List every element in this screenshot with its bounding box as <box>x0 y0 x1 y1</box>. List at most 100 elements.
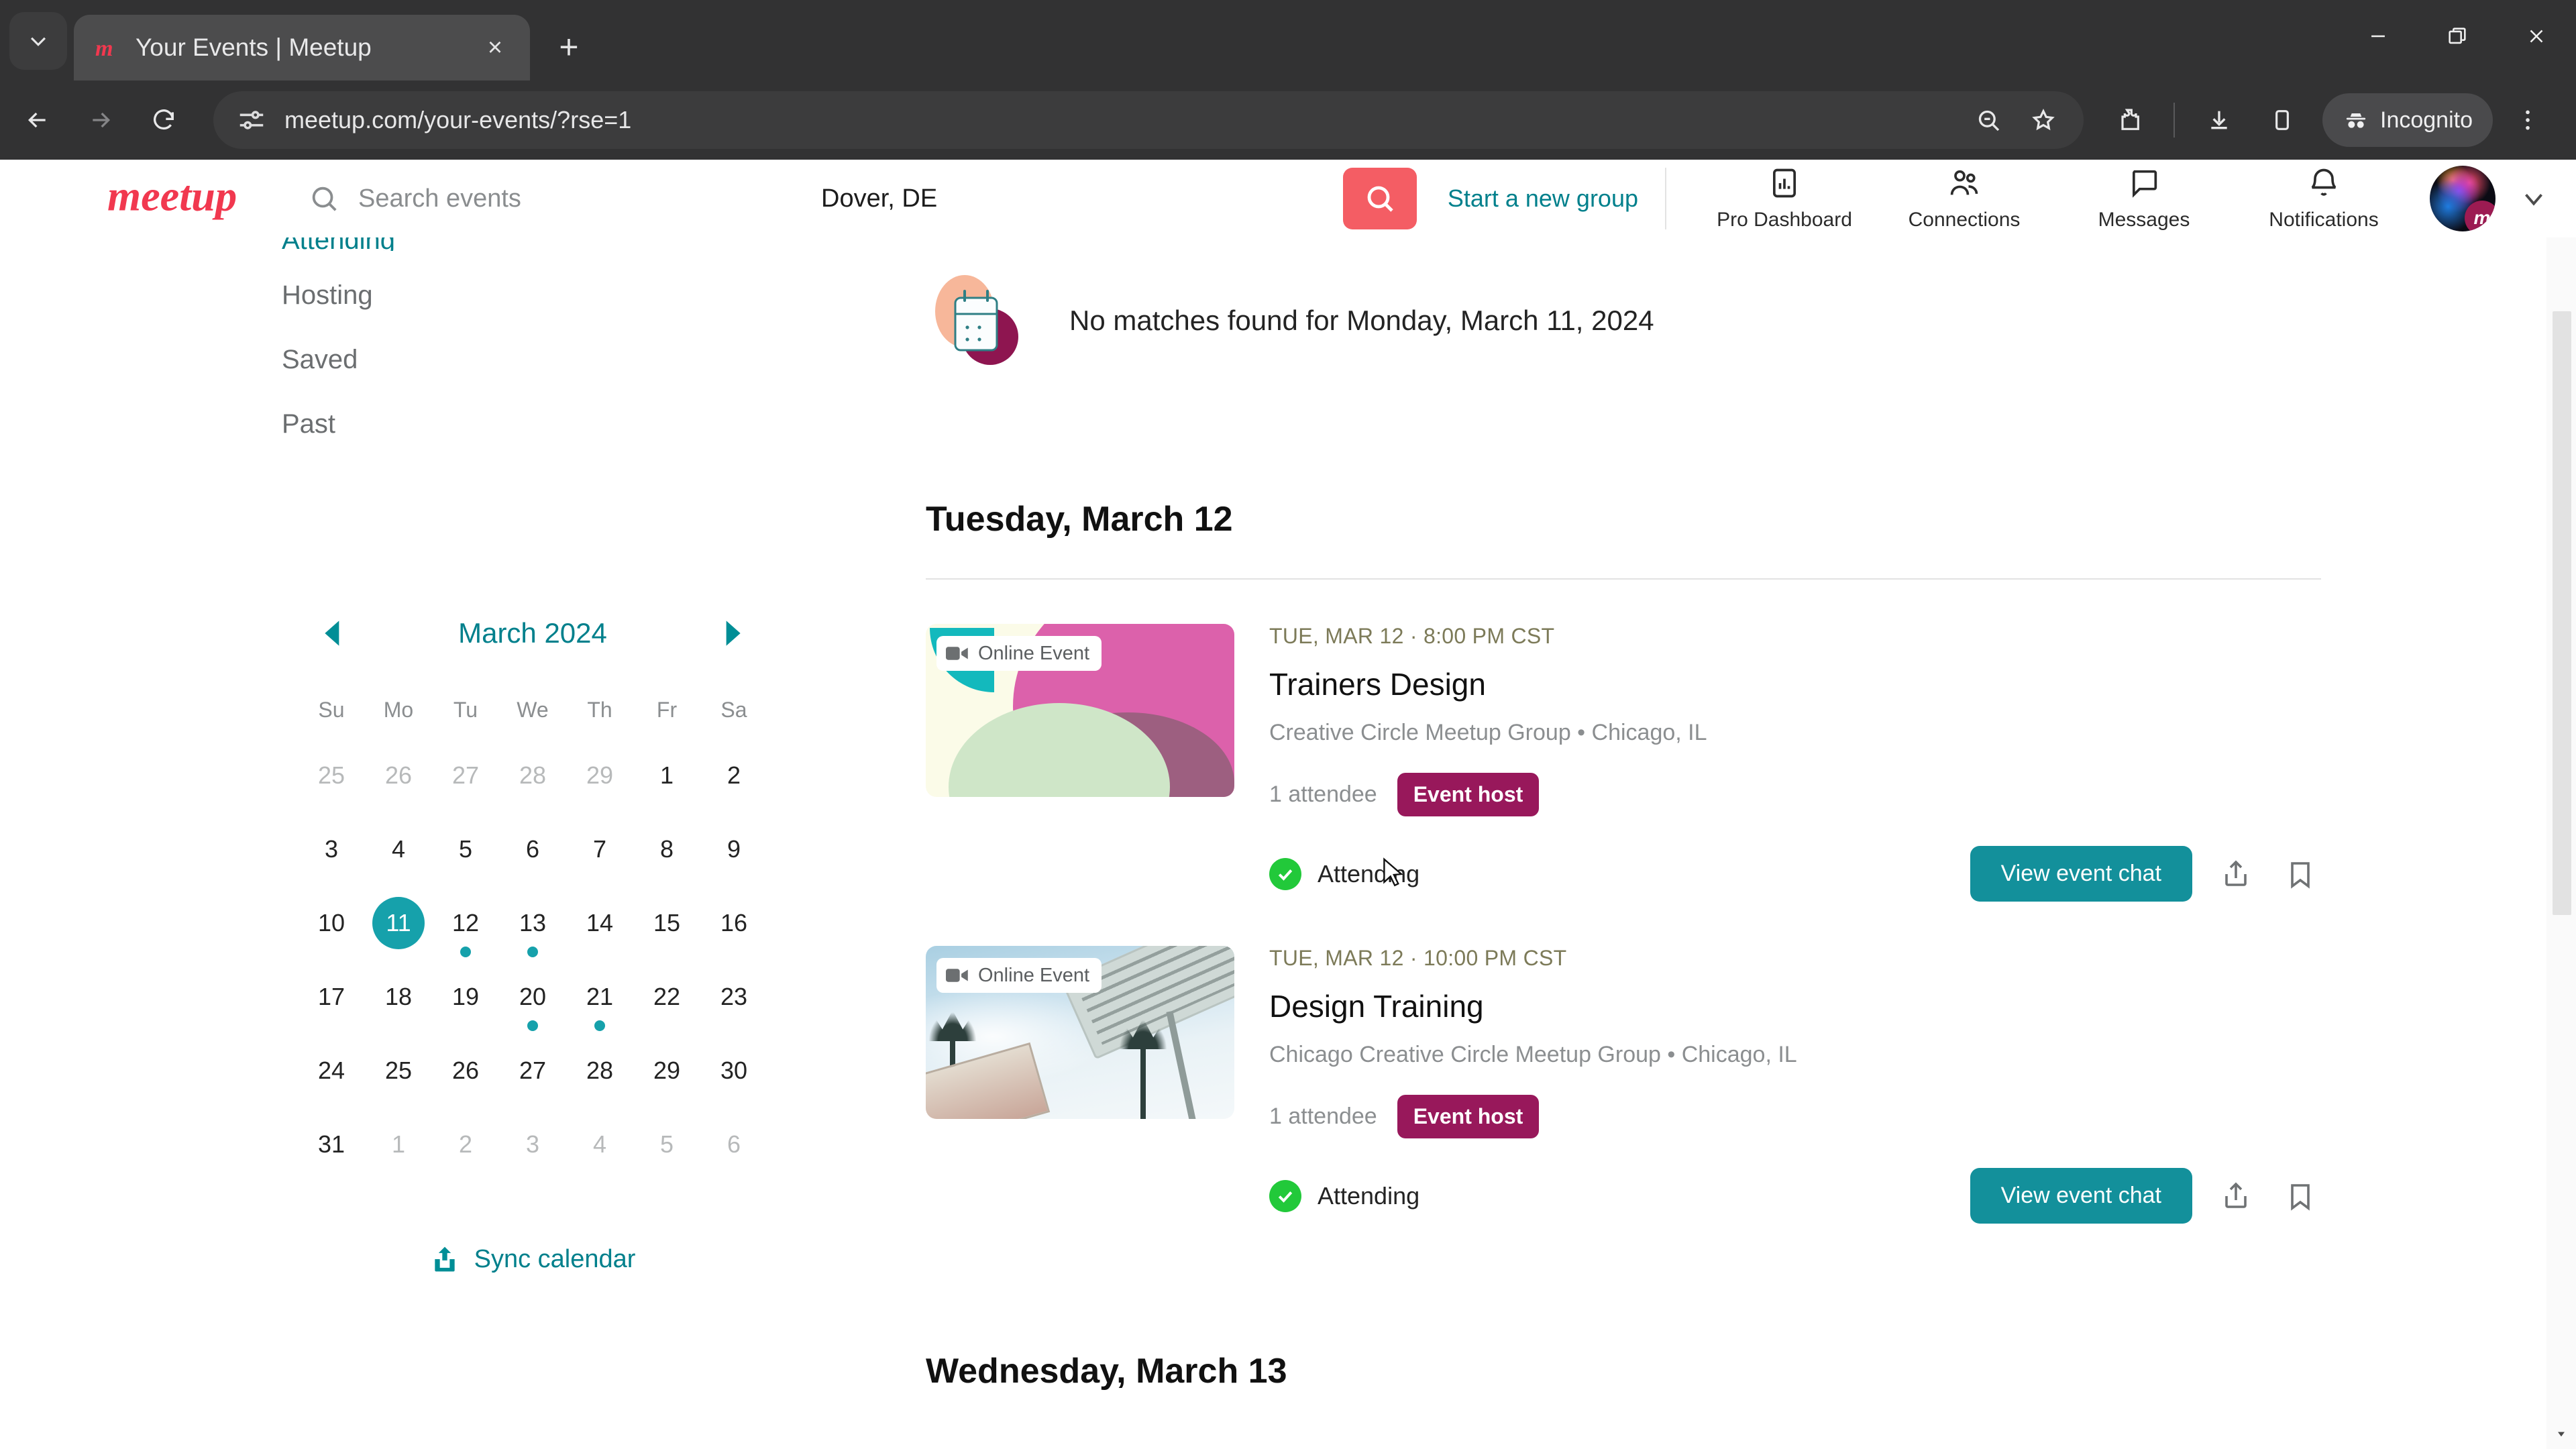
bookmark-star-button[interactable] <box>2018 95 2069 146</box>
calendar-day[interactable]: 5 <box>633 1114 700 1188</box>
event-title[interactable]: Trainers Design <box>1269 666 2321 702</box>
side-panel-button[interactable] <box>2254 92 2310 148</box>
share-button[interactable] <box>2215 853 2257 895</box>
sidebar-item-past[interactable]: Past <box>282 392 926 456</box>
calendar-day-number: 11 <box>372 897 425 949</box>
reload-button[interactable] <box>136 92 192 148</box>
nav-item-messages[interactable]: Messages <box>2054 166 2234 231</box>
calendar-day[interactable]: 6 <box>499 819 566 893</box>
new-tab-button[interactable]: + <box>545 23 593 71</box>
forward-button[interactable] <box>72 92 129 148</box>
calendar-day[interactable]: 10 <box>298 893 365 967</box>
back-button[interactable] <box>9 92 66 148</box>
meetup-logo[interactable]: meetup <box>107 174 295 223</box>
save-event-button[interactable] <box>2279 1175 2321 1217</box>
calendar-day[interactable]: 30 <box>700 1040 767 1114</box>
downloads-button[interactable] <box>2191 92 2247 148</box>
calendar-day[interactable]: 29 <box>633 1040 700 1114</box>
calendar-day[interactable]: 31 <box>298 1114 365 1188</box>
nav-item-pro-dashboard[interactable]: Pro Dashboard <box>1695 166 1874 231</box>
event-details: TUE, MAR 12 · 10:00 PM CST Design Traini… <box>1269 946 2321 1224</box>
calendar-day[interactable]: 23 <box>700 967 767 1040</box>
calendar-day[interactable]: 28 <box>499 745 566 819</box>
calendar-day-number: 10 <box>317 909 345 936</box>
calendar-day[interactable]: 27 <box>499 1040 566 1114</box>
calendar-day[interactable]: 14 <box>566 893 633 967</box>
view-event-chat-button[interactable]: View event chat <box>1970 846 2192 902</box>
calendar-day[interactable]: 11 <box>365 893 432 967</box>
tab-search-button[interactable] <box>9 12 67 70</box>
share-button[interactable] <box>2215 1175 2257 1217</box>
sync-calendar-button[interactable]: Sync calendar <box>298 1244 767 1274</box>
view-event-chat-button[interactable]: View event chat <box>1970 1168 2192 1224</box>
page-settings-icon[interactable] <box>236 105 267 136</box>
save-event-button[interactable] <box>2279 853 2321 895</box>
calendar-day[interactable]: 2 <box>700 745 767 819</box>
page-scrollbar[interactable] <box>2546 160 2576 1449</box>
calendar-day[interactable]: 6 <box>700 1114 767 1188</box>
nav-item-notifications[interactable]: Notifications <box>2234 166 2414 231</box>
calendar-day[interactable]: 4 <box>365 819 432 893</box>
close-icon[interactable]: × <box>479 32 511 64</box>
calendar-day[interactable]: 20 <box>499 967 566 1040</box>
calendar-day[interactable]: 15 <box>633 893 700 967</box>
calendar-day[interactable]: 17 <box>298 967 365 1040</box>
incognito-indicator[interactable]: Incognito <box>2322 93 2493 147</box>
calendar-day[interactable]: 25 <box>365 1040 432 1114</box>
event-details: TUE, MAR 12 · 8:00 PM CST Trainers Desig… <box>1269 624 2321 902</box>
nav-item-connections[interactable]: Connections <box>1874 166 2054 231</box>
avatar[interactable]: m <box>2430 166 2496 231</box>
browser-tab[interactable]: m Your Events | Meetup × <box>74 15 530 80</box>
calendar-day[interactable]: 26 <box>365 745 432 819</box>
close-window-button[interactable] <box>2497 0 2576 72</box>
calendar-day[interactable]: 3 <box>298 819 365 893</box>
calendar-day[interactable]: 18 <box>365 967 432 1040</box>
search-input[interactable]: Search events <box>295 183 805 214</box>
scrollbar-thumb[interactable] <box>2553 311 2571 915</box>
calendar-day[interactable]: 2 <box>432 1114 499 1188</box>
calendar-day[interactable]: 28 <box>566 1040 633 1114</box>
event-card[interactable]: Online Event TUE, MAR 12 · 10:00 PM CST … <box>926 902 2321 1224</box>
calendar-day[interactable]: 9 <box>700 819 767 893</box>
search-submit-button[interactable] <box>1342 168 1417 229</box>
calendar-day[interactable]: 16 <box>700 893 767 967</box>
more-menu-button[interactable] <box>2500 92 2556 148</box>
calendar-day[interactable]: 4 <box>566 1114 633 1188</box>
minimize-button[interactable] <box>2339 0 2418 72</box>
calendar-day[interactable]: 12 <box>432 893 499 967</box>
calendar-day[interactable]: 26 <box>432 1040 499 1114</box>
calendar-day[interactable]: 24 <box>298 1040 365 1114</box>
calendar-day[interactable]: 27 <box>432 745 499 819</box>
calendar-day-number: 31 <box>317 1130 345 1158</box>
calendar-prev-button[interactable] <box>314 614 352 652</box>
calendar-day[interactable]: 1 <box>365 1114 432 1188</box>
calendar-day[interactable]: 29 <box>566 745 633 819</box>
event-card[interactable]: Online Event TUE, MAR 12 · 8:00 PM CST T… <box>926 580 2321 902</box>
calendar-day[interactable]: 22 <box>633 967 700 1040</box>
zoom-button[interactable] <box>1963 95 2014 146</box>
calendar-day[interactable]: 1 <box>633 745 700 819</box>
event-thumbnail[interactable]: Online Event <box>926 946 1234 1119</box>
scroll-down-button[interactable] <box>2546 1419 2576 1449</box>
sidebar-item-saved[interactable]: Saved <box>282 327 926 392</box>
calendar-day[interactable]: 25 <box>298 745 365 819</box>
event-title[interactable]: Design Training <box>1269 988 2321 1024</box>
location-input[interactable]: Dover, DE <box>805 184 1343 213</box>
chevron-down-icon[interactable] <box>2518 183 2549 214</box>
calendar-day[interactable]: 8 <box>633 819 700 893</box>
calendar-day[interactable]: 7 <box>566 819 633 893</box>
maximize-button[interactable] <box>2418 0 2497 72</box>
sidebar-item-hosting[interactable]: Hosting <box>282 263 926 327</box>
address-bar[interactable]: meetup.com/your-events/?rse=1 <box>213 91 2084 149</box>
calendar-day[interactable]: 5 <box>432 819 499 893</box>
event-thumbnail[interactable]: Online Event <box>926 624 1234 797</box>
profile-menu[interactable]: m <box>2430 166 2549 231</box>
extensions-button[interactable] <box>2101 92 2157 148</box>
start-new-group-link[interactable]: Start a new group <box>1448 184 1638 213</box>
day-heading: Tuesday, March 12 <box>926 500 1233 539</box>
calendar-day[interactable]: 3 <box>499 1114 566 1188</box>
calendar-day[interactable]: 21 <box>566 967 633 1040</box>
calendar-next-button[interactable] <box>714 614 751 652</box>
calendar-day[interactable]: 13 <box>499 893 566 967</box>
calendar-day[interactable]: 19 <box>432 967 499 1040</box>
